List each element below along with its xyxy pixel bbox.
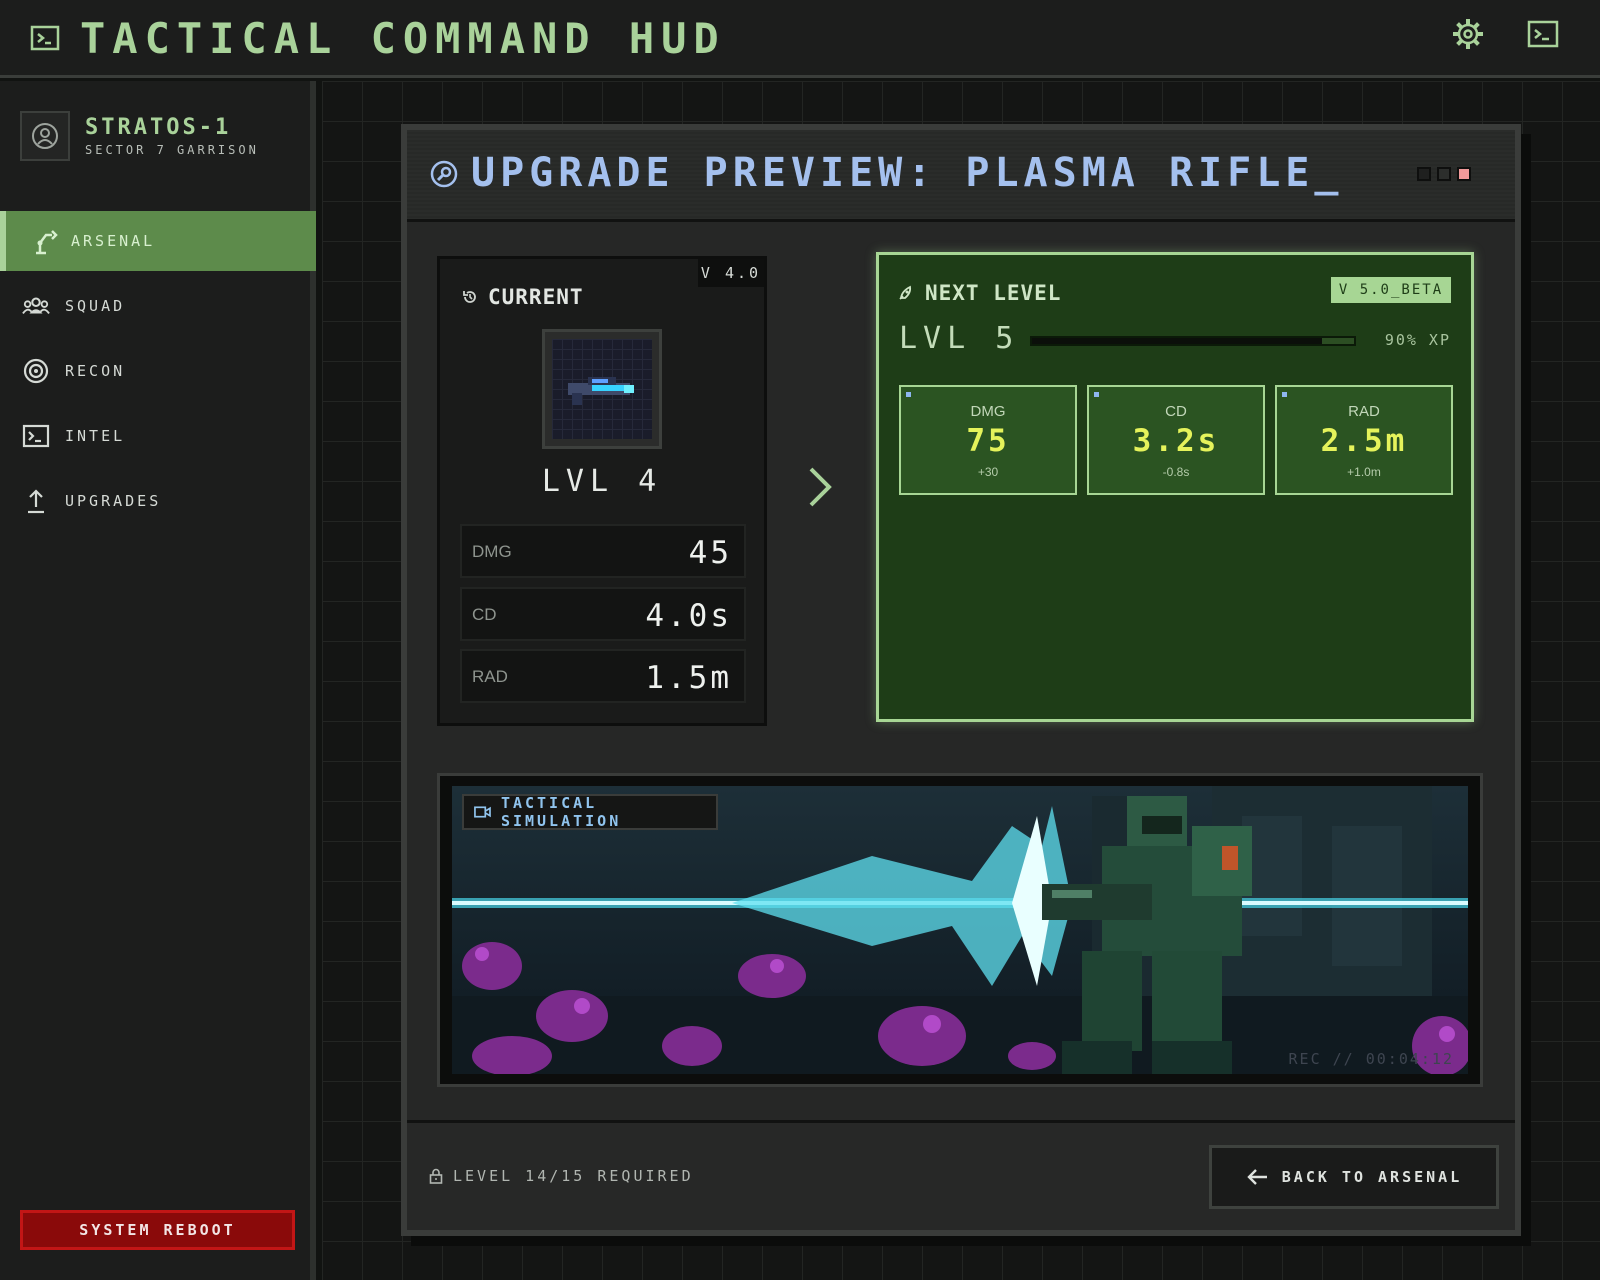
terminal-icon <box>22 424 50 448</box>
current-level-card: V 4.0 CURRENT LVL 4 DMG 45 CD 4.0s RAD 1… <box>437 256 767 726</box>
avatar[interactable] <box>20 111 70 161</box>
next-stat-dmg: DMG 75 +30 <box>899 385 1077 495</box>
stat-delta: +1.0m <box>1347 465 1381 479</box>
next-level-label: NEXT LEVEL <box>925 281 1062 305</box>
back-to-arsenal-button[interactable]: BACK TO ARSENAL <box>1209 1145 1499 1209</box>
sidebar-item-label: SQUAD <box>65 297 126 315</box>
stat-delta: -0.8s <box>1162 465 1190 479</box>
arrow-left-icon <box>1247 1169 1267 1185</box>
plasma-rifle-icon <box>568 377 634 405</box>
next-level: LVL 5 <box>899 321 1020 356</box>
window-dot[interactable] <box>1417 167 1431 181</box>
terminal-icon[interactable] <box>1527 20 1559 48</box>
sidebar-item-label: RECON <box>65 362 126 380</box>
stat-key: RAD <box>472 667 508 686</box>
unit-profile: STRATOS-1 SECTOR 7 GARRISON <box>20 111 300 171</box>
modal-header: UPGRADE PREVIEW: PLASMA RIFLE_ <box>407 130 1515 222</box>
stat-key: DMG <box>970 403 1006 420</box>
chevron-right-icon <box>809 467 832 507</box>
wrench-circle-icon <box>430 160 458 188</box>
level-requirement: LEVEL 14/15 REQUIRED <box>453 1167 694 1185</box>
back-button-label: BACK TO ARSENAL <box>1281 1168 1463 1186</box>
stat-key: CD <box>472 605 497 624</box>
unit-name: STRATOS-1 <box>85 115 232 140</box>
stat-value: 45 <box>688 535 732 571</box>
stat-delta: +30 <box>977 465 999 479</box>
sidebar-item-label: INTEL <box>65 427 126 445</box>
sidebar: STRATOS-1 SECTOR 7 GARRISON ARSENAL SQUA… <box>0 81 316 1280</box>
rocket-icon <box>899 285 912 300</box>
current-label: CURRENT <box>488 285 584 309</box>
sidebar-item-arsenal[interactable]: ARSENAL <box>0 211 316 271</box>
next-stat-rad: RAD 2.5m +1.0m <box>1275 385 1453 495</box>
version-badge: V 4.0 <box>698 259 764 287</box>
unit-subtitle: SECTOR 7 GARRISON <box>85 143 259 157</box>
stat-value: 3.2s <box>1132 423 1220 459</box>
app-title: TACTICAL COMMAND HUD <box>80 14 726 63</box>
weapon-thumbnail <box>542 329 662 449</box>
target-icon <box>23 358 49 384</box>
modal-title: UPGRADE PREVIEW: PLASMA RIFLE_ <box>471 150 1344 196</box>
stat-key: RAD <box>1348 403 1380 420</box>
next-level-card: NEXT LEVEL V 5.0_BETA LVL 5 90% XP DMG 7… <box>876 252 1474 722</box>
xp-progress-fill <box>1032 338 1322 344</box>
xp-progress-bar <box>1030 336 1356 346</box>
stat-row-cd: CD 4.0s <box>460 587 746 641</box>
system-reboot-button[interactable]: SYSTEM REBOOT <box>20 1210 295 1250</box>
window-dot[interactable] <box>1457 167 1471 181</box>
sidebar-item-intel[interactable]: INTEL <box>0 406 316 466</box>
xp-label: 90% XP <box>1384 331 1451 349</box>
rec-timestamp: REC // 00:04:12 <box>1288 1050 1454 1068</box>
simulation-badge: TACTICAL SIMULATION <box>462 794 718 830</box>
terminal-icon <box>30 25 60 51</box>
window-dot[interactable] <box>1437 167 1451 181</box>
gear-icon[interactable] <box>1452 18 1484 50</box>
sidebar-item-upgrades[interactable]: UPGRADES <box>0 471 316 531</box>
tactical-simulation-panel: TACTICAL SIMULATION REC // 00:04:12 <box>437 773 1483 1087</box>
sidebar-item-recon[interactable]: RECON <box>0 341 316 401</box>
upload-arrow-icon <box>28 489 44 514</box>
current-level: LVL 4 <box>541 464 663 499</box>
stat-key: CD <box>1165 403 1187 420</box>
stat-value: 75 <box>966 423 1010 459</box>
stat-row-rad: RAD 1.5m <box>460 649 746 703</box>
robot-arm-icon <box>36 230 58 255</box>
top-bar: TACTICAL COMMAND HUD <box>0 0 1600 78</box>
sidebar-item-label: UPGRADES <box>65 492 162 510</box>
sidebar-item-label: ARSENAL <box>71 232 156 250</box>
simulation-label: TACTICAL SIMULATION <box>500 794 622 830</box>
stat-value: 1.5m <box>645 660 732 696</box>
video-camera-icon <box>474 806 491 818</box>
group-icon <box>22 297 50 315</box>
stat-value: 4.0s <box>645 598 732 634</box>
stat-row-dmg: DMG 45 <box>460 524 746 578</box>
user-circle-icon <box>32 123 58 149</box>
version-badge: V 5.0_BETA <box>1331 277 1451 303</box>
modal-footer: LEVEL 14/15 REQUIRED BACK TO ARSENAL <box>407 1120 1515 1230</box>
upgrade-preview-modal: UPGRADE PREVIEW: PLASMA RIFLE_ V 4.0 CUR… <box>401 124 1521 1236</box>
simulation-scene: TACTICAL SIMULATION REC // 00:04:12 <box>452 786 1468 1074</box>
history-icon <box>463 291 476 303</box>
stat-key: DMG <box>472 542 512 561</box>
sidebar-item-squad[interactable]: SQUAD <box>0 276 316 336</box>
stat-value: 2.5m <box>1320 423 1408 459</box>
next-stat-cd: CD 3.2s -0.8s <box>1087 385 1265 495</box>
lock-icon <box>429 1168 443 1184</box>
